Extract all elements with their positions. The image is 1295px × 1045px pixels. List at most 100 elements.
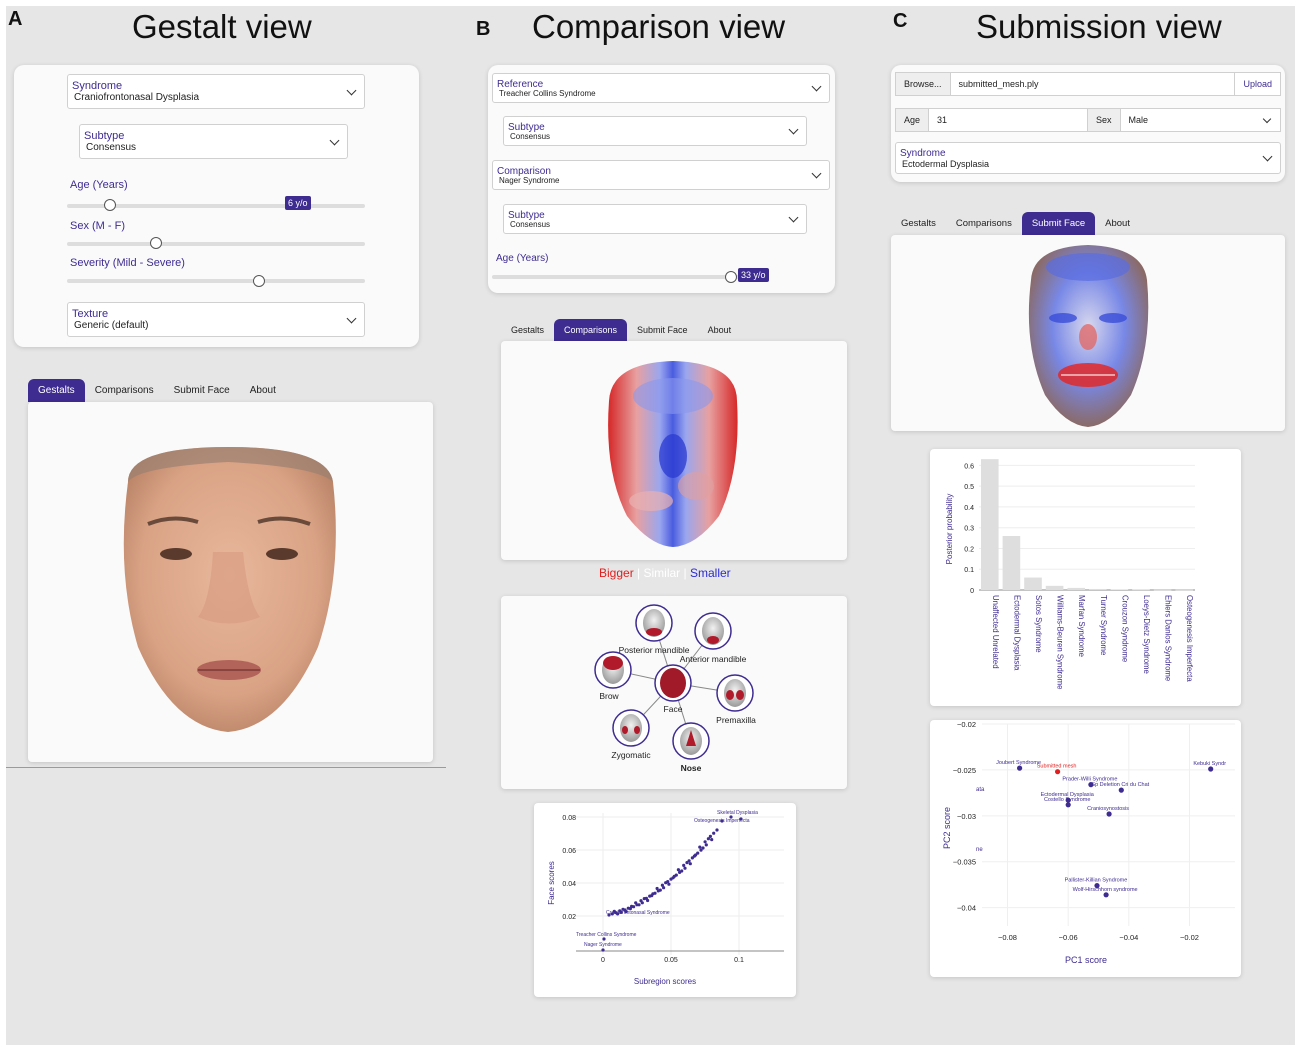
- syndrome-point[interactable]: [1118, 787, 1124, 793]
- browse-button[interactable]: Browse...: [896, 73, 951, 95]
- node-zygomatic[interactable]: Zygomatic: [611, 709, 651, 760]
- scatter-point: [601, 948, 605, 952]
- bar-category-label: Marfan Syndrome: [1077, 595, 1086, 657]
- node-posterior-mandible[interactable]: Posterior mandible: [619, 604, 690, 655]
- subtype-select[interactable]: Subtype Consensus: [79, 124, 348, 159]
- file-name: submitted_mesh.ply: [958, 79, 1039, 89]
- bar[interactable]: [1067, 587, 1085, 590]
- syndrome-point[interactable]: [1103, 892, 1109, 898]
- heatmap-legend: Bigger | Similar | Smaller: [599, 566, 731, 580]
- syndrome-select[interactable]: Syndrome Craniofrontonasal Dysplasia: [67, 74, 365, 109]
- bar[interactable]: [1153, 589, 1172, 591]
- point-label: Joubert Syndrome: [996, 760, 1041, 766]
- x-tick: −0.04: [1119, 933, 1138, 942]
- subregion-network-card: Posterior mandible Anterior mandible Bro…: [501, 596, 847, 789]
- tab-gestalts[interactable]: Gestalts: [28, 379, 85, 402]
- scatter-point: [680, 869, 684, 873]
- bar[interactable]: [1175, 589, 1193, 591]
- syndrome-select-value: Craniofrontonasal Dysplasia: [74, 92, 200, 103]
- syndrome-point[interactable]: [1065, 802, 1071, 808]
- node-anterior-mandible[interactable]: Anterior mandible: [680, 612, 747, 664]
- annotation: Craniofrontonasal Syndrome: [606, 910, 670, 916]
- bar-category-label: Williams-Beuren Syndrome: [1056, 595, 1065, 689]
- tab-submit-face[interactable]: Submit Face: [164, 379, 240, 402]
- comparison-age-slider-handle[interactable]: [725, 271, 737, 283]
- tab-comparisons[interactable]: Comparisons: [946, 212, 1022, 235]
- severity-slider-handle[interactable]: [253, 275, 265, 287]
- reference-select[interactable]: Reference Treacher Collins Syndrome: [492, 73, 830, 103]
- reference-subtype-select[interactable]: Subtype Consensus: [503, 116, 807, 146]
- submission-face-render: [1028, 245, 1149, 427]
- node-brow[interactable]: Brow: [594, 651, 632, 701]
- tab-about[interactable]: About: [698, 319, 742, 341]
- y-tick: 0.3: [964, 526, 974, 533]
- submission-syndrome-label: Syndrome: [900, 148, 946, 159]
- comparison-controls-card: Reference Treacher Collins Syndrome Subt…: [488, 65, 835, 293]
- scatter-point: [692, 854, 696, 858]
- bar[interactable]: [1002, 536, 1021, 590]
- chevron-down-icon: [811, 81, 822, 92]
- scatter-point: [658, 888, 662, 892]
- tab-about[interactable]: About: [240, 379, 286, 402]
- scatter-point: [682, 863, 686, 867]
- scatter-point: [698, 845, 702, 849]
- upload-button[interactable]: Upload: [1234, 73, 1280, 95]
- syndrome-point[interactable]: [1106, 811, 1112, 817]
- x-tick: −0.06: [1059, 933, 1078, 942]
- scatter-point: [683, 866, 687, 870]
- y-tick: −0.04: [957, 904, 976, 913]
- scatter-point: [653, 891, 657, 895]
- severity-slider-track[interactable]: [67, 279, 365, 283]
- scatter-point: [637, 903, 641, 907]
- tab-submit-face[interactable]: Submit Face: [627, 319, 698, 341]
- tab-gestalts[interactable]: Gestalts: [501, 319, 554, 341]
- y-tick: −0.035: [953, 858, 976, 867]
- scatter-point: [715, 828, 719, 832]
- comparison-heatmap-viewer[interactable]: [501, 341, 847, 560]
- bar[interactable]: [981, 459, 999, 590]
- severity-label: Severity (Mild - Severe): [70, 257, 185, 269]
- comparison-select[interactable]: Comparison Nager Syndrome: [492, 160, 830, 190]
- node-face[interactable]: Face: [654, 664, 692, 714]
- gestalt-tab-bar: Gestalts Comparisons Submit Face About: [28, 379, 286, 402]
- bar[interactable]: [1132, 589, 1150, 591]
- chevron-down-icon: [346, 313, 357, 323]
- syndrome-point[interactable]: [1208, 766, 1214, 772]
- scatter-point: [704, 843, 708, 847]
- legend-separator: |: [683, 566, 687, 580]
- bar[interactable]: [1024, 577, 1042, 590]
- age-slider-handle[interactable]: [104, 199, 116, 211]
- tab-submit-face[interactable]: Submit Face: [1021, 212, 1096, 235]
- bar[interactable]: [1110, 589, 1129, 590]
- node-premaxilla[interactable]: Premaxilla: [716, 674, 756, 725]
- y-tick: 0.4: [964, 505, 974, 512]
- y-tick: 0.02: [562, 914, 576, 921]
- node-nose[interactable]: Nose: [672, 722, 710, 773]
- tab-comparisons[interactable]: Comparisons: [85, 379, 164, 402]
- point-label: Pallister-Killian Syndrome: [1065, 878, 1128, 884]
- sex-slider-track[interactable]: [67, 242, 365, 246]
- syndrome-point[interactable]: [1017, 765, 1023, 771]
- reference-select-value: Treacher Collins Syndrome: [499, 89, 596, 98]
- submission-syndrome-select[interactable]: Syndrome Ectodermal Dysplasia: [895, 142, 1281, 174]
- submission-face-viewer[interactable]: [891, 235, 1285, 431]
- chevron-down-icon: [329, 135, 340, 145]
- scatter-point: [688, 862, 692, 866]
- texture-select[interactable]: Texture Generic (default): [67, 302, 365, 337]
- tab-gestalts[interactable]: Gestalts: [891, 212, 946, 235]
- tab-about[interactable]: About: [1095, 212, 1140, 235]
- age-input[interactable]: 31: [929, 109, 1087, 131]
- sex-slider-handle[interactable]: [150, 237, 162, 249]
- comparison-subtype-select[interactable]: Subtype Consensus: [503, 204, 807, 234]
- comparison-age-slider-track[interactable]: [492, 275, 762, 279]
- scatter-point: [712, 831, 716, 835]
- tab-comparisons[interactable]: Comparisons: [554, 319, 628, 341]
- bar[interactable]: [1089, 588, 1107, 590]
- gestalt-face-viewer[interactable]: [28, 402, 433, 762]
- bar[interactable]: [1045, 585, 1064, 590]
- x-tick: 0.05: [664, 957, 678, 964]
- texture-select-label: Texture: [72, 308, 109, 320]
- submitted-point[interactable]: [1055, 769, 1061, 775]
- submission-tab-bar: Gestalts Comparisons Submit Face About: [891, 212, 1140, 235]
- sex-select[interactable]: Male: [1121, 109, 1280, 131]
